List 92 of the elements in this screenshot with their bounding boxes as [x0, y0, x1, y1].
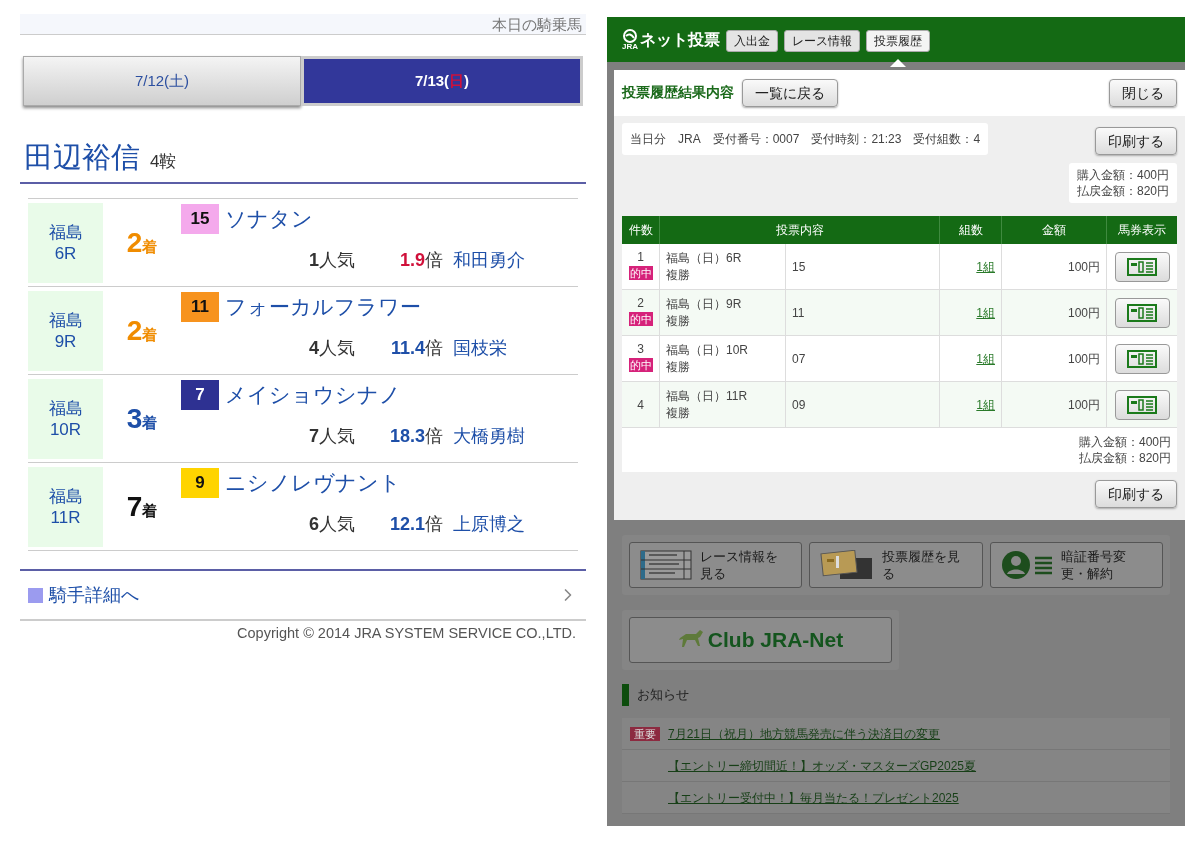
rider-name: 上原博之 — [453, 512, 525, 536]
finish-position: 2着 — [125, 313, 159, 348]
bet-race: 福島（日）9R 複勝 — [660, 290, 786, 335]
totals-summary: 購入金額：400円 払戻金額：820円 — [1077, 434, 1172, 467]
mount-count: 4鞍 — [150, 153, 177, 172]
popularity: 1人気 — [309, 248, 356, 272]
bet-selection: 09 — [786, 382, 940, 427]
popularity: 7人気 — [309, 424, 356, 448]
bet-amount: 100円 — [1002, 244, 1107, 289]
column-header: 馬券表示 — [1117, 222, 1167, 239]
horse-number: 15 — [181, 203, 219, 234]
race-table-icon — [640, 550, 692, 580]
ticket-view-button[interactable] — [1114, 343, 1170, 374]
date-tab[interactable]: 7/13(日) — [301, 56, 583, 106]
row-number: 1 — [637, 249, 644, 266]
combination-link[interactable]: 1組 — [976, 257, 995, 276]
totals-summary: 購入金額：400円 払戻金額：820円 — [1068, 163, 1177, 203]
nav-button[interactable]: 入出金 — [726, 29, 778, 52]
ticket-view-button[interactable] — [1114, 297, 1170, 328]
ticket-icon — [1127, 257, 1157, 276]
print-button[interactable]: 印刷する — [1095, 127, 1177, 155]
bet-selection: 11 — [786, 290, 940, 335]
horse-number: 7 — [181, 379, 219, 410]
tickets-icon — [820, 550, 875, 580]
combination-link[interactable]: 1組 — [976, 303, 995, 322]
odds: 1.9倍 — [398, 248, 443, 272]
club-logo-text: Club JRA-Net — [707, 627, 844, 654]
menu-button[interactable]: 投票履歴を見る — [809, 542, 983, 588]
row-number: 4 — [637, 396, 644, 414]
copyright-text: Copyright © 2014 JRA SYSTEM SERVICE CO.,LTD. — [236, 624, 577, 643]
bet-amount: 100円 — [1002, 382, 1107, 427]
rider-name: 和田勇介 — [453, 248, 525, 272]
ticket-icon — [1127, 349, 1157, 368]
modal-title: 投票履歴結果内容 — [622, 83, 734, 102]
logo-jra-text: JRA — [622, 42, 638, 51]
horse-name: ニシノレヴナント — [225, 470, 401, 496]
combination-link[interactable]: 1組 — [976, 395, 995, 414]
bet-amount: 100円 — [1002, 336, 1107, 381]
heading-accent-bar — [622, 684, 629, 706]
horse-name: フォーカルフラワー — [225, 294, 421, 320]
race-venue: 福島 10R — [28, 378, 103, 459]
hit-badge: 的中 — [628, 312, 653, 326]
nav-button[interactable]: 投票履歴 — [866, 29, 930, 52]
horse-number: 11 — [181, 291, 219, 322]
rider-name: 大橋勇樹 — [453, 424, 525, 448]
ticket-icon — [1127, 395, 1157, 414]
bet-amount: 100円 — [1002, 290, 1107, 335]
bet-race: 福島（日）6R 複勝 — [660, 244, 786, 289]
combination-link[interactable]: 1組 — [976, 349, 995, 368]
page-header: 本日の騎乗馬 — [20, 14, 586, 35]
horse-name: メイショウシナノ — [225, 382, 401, 408]
date-tab[interactable]: 7/12(土) — [23, 56, 301, 106]
odds: 18.3倍 — [388, 424, 443, 448]
race-venue: 福島 11R — [28, 466, 103, 547]
row-number: 2 — [637, 295, 644, 312]
user-list-icon — [1000, 550, 1053, 580]
race-venue: 福島 9R — [28, 290, 103, 371]
menu-button[interactable]: 暗証番号変更・解約 — [989, 542, 1163, 588]
popularity: 4人気 — [309, 336, 356, 360]
bet-selection: 15 — [786, 244, 940, 289]
bet-selection: 07 — [786, 336, 940, 381]
row-number: 3 — [637, 341, 644, 358]
back-to-list-button[interactable]: 一覧に戻る — [742, 79, 838, 107]
close-button[interactable]: 閉じる — [1109, 79, 1177, 107]
hit-badge: 的中 — [628, 266, 653, 280]
jockey-name: 田辺裕信 — [24, 143, 140, 172]
finish-position: 3着 — [125, 401, 159, 436]
receipt-info: 当日分 JRA 受付番号：0007 受付時刻：21:23 受付組数：4 — [622, 123, 989, 155]
notices-heading: お知らせ — [637, 686, 689, 705]
horse-number: 9 — [181, 467, 219, 498]
odds: 12.1倍 — [388, 512, 443, 536]
important-badge: 重要 — [630, 726, 660, 741]
odds: 11.4倍 — [389, 336, 443, 360]
nav-button[interactable]: レース情報 — [784, 29, 860, 52]
popularity: 6人気 — [309, 512, 356, 536]
notice-link[interactable]: 7月21日（祝月）地方競馬発売に伴う決済日の変更 — [668, 724, 941, 743]
menu-button[interactable]: レース情報を見る — [629, 542, 803, 588]
race-venue: 福島 6R — [28, 202, 103, 283]
ticket-icon — [1127, 303, 1157, 322]
finish-position: 2着 — [125, 225, 159, 260]
ticket-view-button[interactable] — [1114, 251, 1170, 282]
hit-badge: 的中 — [628, 358, 653, 372]
rider-name: 国枝栄 — [453, 336, 507, 360]
print-button[interactable]: 印刷する — [1095, 480, 1177, 508]
jockey-detail-link[interactable]: 騎手詳細へ — [28, 581, 139, 609]
bet-race: 福島（日）10R 複勝 — [660, 336, 786, 381]
ticket-view-button[interactable] — [1114, 389, 1170, 420]
app-logo-text: ネット投票 — [640, 29, 720, 50]
finish-position: 7着 — [125, 489, 159, 524]
bet-race: 福島（日）11R 複勝 — [660, 382, 786, 427]
horse-name: ソナタン — [225, 206, 313, 232]
logo-mark-icon — [622, 28, 638, 43]
